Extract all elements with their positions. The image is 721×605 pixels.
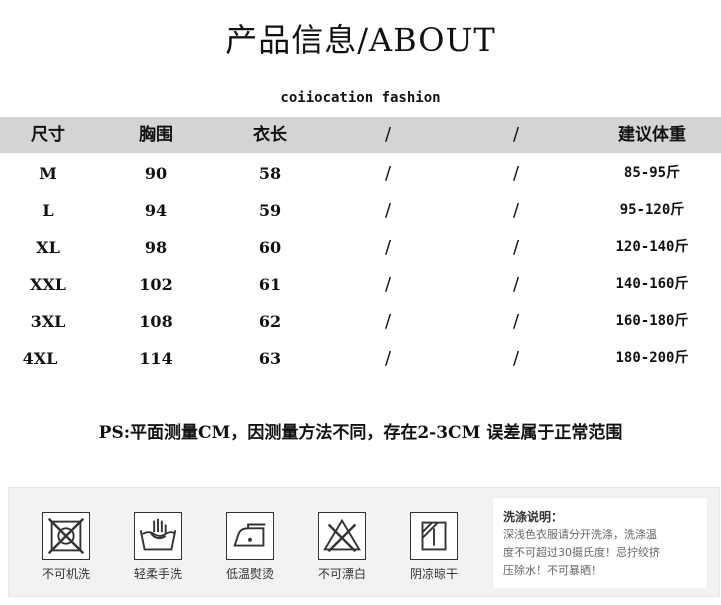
gentle-hand-wash-icon — [134, 512, 182, 560]
wash-instructions-title: 洗涤说明： — [503, 510, 564, 524]
wash-instructions-note: 洗涤说明： 深浅色衣服请分开洗涤，洗涤温 度不可超过30摄氏度！忌拧绞挤 压除水… — [493, 498, 707, 588]
cell-blank: / — [384, 163, 392, 184]
care-item-no-bleach: 不可漂白 — [307, 512, 377, 582]
care-instructions-panel: 不可机洗 轻柔手洗 低温熨烫 不可漂白 阴凉晾干 洗涤说明： 深浅色衣服请分开洗… — [8, 487, 720, 597]
cell-size: XXL — [29, 275, 67, 294]
care-item-low-temp-iron: 低温熨烫 — [215, 512, 285, 582]
care-item-no-machine-wash: 不可机洗 — [31, 512, 101, 582]
cell-length: 62 — [258, 312, 282, 331]
cell-size: XL — [36, 238, 60, 257]
cell-size: L — [42, 201, 54, 220]
header-size: 尺寸 — [31, 125, 65, 145]
header-length: 衣长 — [253, 125, 287, 145]
care-label: 轻柔手洗 — [133, 567, 182, 581]
cell-chest: 94 — [144, 201, 168, 220]
cell-weight: 85-95斤 — [623, 165, 681, 181]
page-title: 产品信息/ABOUT — [225, 21, 496, 59]
header-chest: 胸围 — [139, 125, 173, 145]
header-blank-1: / — [384, 124, 392, 145]
cell-chest: 108 — [139, 312, 173, 331]
cell-size: 3XL — [30, 312, 66, 331]
cell-blank: / — [384, 237, 392, 258]
care-item-gentle-hand-wash: 轻柔手洗 — [123, 512, 193, 582]
care-label: 不可机洗 — [41, 567, 90, 581]
cell-blank: / — [512, 311, 520, 332]
cell-weight: 140-160斤 — [615, 276, 689, 292]
cell-blank: / — [384, 348, 392, 369]
wash-instructions-line: 度不可超过30摄氏度！忌拧绞挤 — [503, 546, 660, 559]
care-label: 低温熨烫 — [225, 567, 274, 581]
cell-weight: 120-140斤 — [615, 239, 689, 255]
cell-blank: / — [512, 274, 520, 295]
care-label: 阴凉晾干 — [409, 567, 458, 581]
cell-length: 60 — [258, 238, 282, 257]
cell-blank: / — [512, 163, 520, 184]
cell-chest: 90 — [144, 164, 168, 183]
cell-chest: 98 — [144, 238, 168, 257]
cell-blank: / — [384, 311, 392, 332]
care-label: 不可漂白 — [317, 567, 366, 581]
cell-blank: / — [384, 200, 392, 221]
cell-weight: 95-120斤 — [619, 202, 685, 218]
cell-size: 4XL — [22, 349, 58, 368]
cell-length: 63 — [258, 349, 282, 368]
size-table: 尺寸 胸围 衣长 / / 建议体重 M 90 58 / / 85-95斤 L 9… — [0, 117, 721, 377]
cell-blank: / — [512, 200, 520, 221]
wash-instructions-line: 深浅色衣服请分开洗涤，洗涤温 — [503, 528, 657, 541]
cell-weight: 180-200斤 — [615, 350, 689, 366]
cell-length: 61 — [258, 275, 282, 294]
cell-size: M — [39, 164, 57, 183]
cell-length: 58 — [258, 164, 282, 183]
header-blank-2: / — [512, 124, 520, 145]
no-machine-wash-icon — [42, 512, 90, 560]
cell-weight: 160-180斤 — [615, 313, 689, 329]
header-weight: 建议体重 — [618, 125, 686, 145]
cell-blank: / — [384, 274, 392, 295]
care-item-shade-dry: 阴凉晾干 — [399, 512, 469, 582]
low-temp-iron-icon — [226, 512, 274, 560]
measurement-note: PS:平面测量CM，因测量方法不同，存在2-3CM 误差属于正常范围 — [98, 423, 623, 443]
brand-subtitle: coiiocation fashion — [280, 90, 441, 106]
cell-blank: / — [512, 348, 520, 369]
shade-dry-icon — [410, 512, 458, 560]
cell-length: 59 — [258, 201, 282, 220]
no-bleach-icon — [318, 512, 366, 560]
wash-instructions-line: 压除水！不可暴晒！ — [503, 564, 602, 577]
cell-chest: 102 — [139, 275, 173, 294]
cell-blank: / — [512, 237, 520, 258]
cell-chest: 114 — [139, 349, 173, 368]
